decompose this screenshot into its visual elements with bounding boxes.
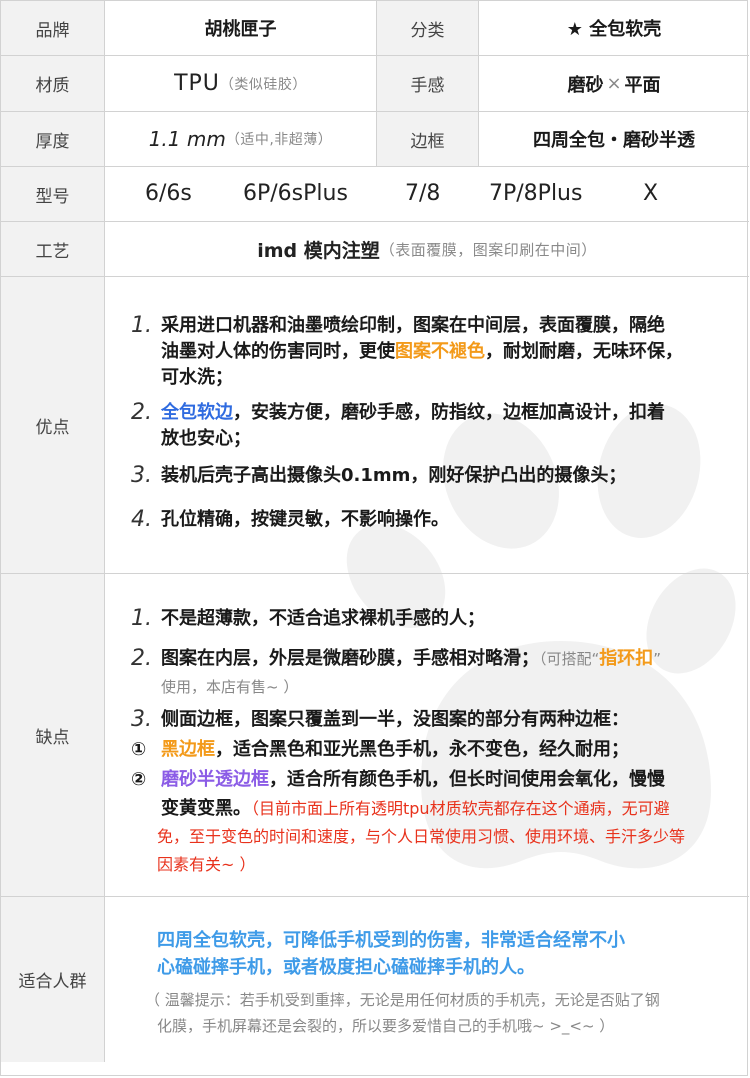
frame-value: 四周全包・磨砂半透 xyxy=(533,130,695,151)
audience-tip-line-2: 化膜，手机屏幕还是会裂的，所以要多爱惜自己的手机哦~ >_<~ ） xyxy=(157,1017,615,1035)
audience-line-2: 心磕碰摔手机，或者极度担心磕碰摔手机的人。 xyxy=(157,957,535,978)
brand-value: 胡桃匣子 xyxy=(105,1,377,55)
cons-sub-2-line-2: 变黄变黑。（目前市面上所有透明tpu材质软壳都存在这个通病，无可避 xyxy=(161,798,670,819)
row-material: 材质 TPU （类似硅胶） 手感 磨砂 × 平面 xyxy=(1,56,749,112)
audience-line-1: 四周全包软壳，可降低手机受到的伤害，非常适合经常不小 xyxy=(157,930,625,951)
material-value: TPU xyxy=(174,71,220,96)
pros-item-2-line-2: 放也安心； xyxy=(161,428,251,449)
row-craft: 工艺 imd 模内注塑 （表面覆膜，图案印刷在中间） xyxy=(1,222,749,277)
pros-number: 2. xyxy=(131,400,152,425)
model-item: 7P/8Plus xyxy=(489,181,583,206)
pros-number: 1. xyxy=(131,313,152,338)
row-pros: 优点 1. 采用进口机器和油墨喷绘印制，图案在中间层，表面覆膜，隔绝 油墨对人体… xyxy=(1,277,749,574)
pros-item-2-line-1: 全包软边，安装方便，磨砂手感，防指纹，边框加高设计，扣着 xyxy=(161,402,665,423)
pros-number: 3. xyxy=(131,463,152,488)
audience-tip-line-1: （ 温馨提示：若手机受到重摔，无论是用任何材质的手机壳，无论是否贴了钢 xyxy=(145,991,660,1009)
thickness-value: 1.1 mm xyxy=(148,127,226,151)
thickness-note: （适中,非超薄） xyxy=(225,132,333,148)
cons-item-2-note: 使用，本店有售~ ） xyxy=(161,678,299,696)
category-value: ★ 全包软壳 xyxy=(566,19,662,40)
model-label: 型号 xyxy=(1,167,105,221)
highlight-full-soft-edge: 全包软边 xyxy=(161,402,233,423)
cons-list: 1. 不是超薄款，不适合追求裸机手感的人； 2. 图案在内层，外层是微磨砂膜，手… xyxy=(105,574,749,896)
highlight-black-frame: 黑边框 xyxy=(161,739,215,760)
brand-label: 品牌 xyxy=(1,1,105,55)
feel-value-b: 平面 xyxy=(624,74,661,96)
row-thickness: 厚度 1.1 mm （适中,非超薄） 边框 四周全包・磨砂半透 xyxy=(1,112,749,167)
feel-cell: 磨砂 × 平面 xyxy=(479,56,749,111)
pros-item-1-line-2: 油墨对人体的伤害同时，更使图案不褪色，耐划耐磨，无味环保， xyxy=(161,341,683,362)
row-audience: 适合人群 四周全包软壳，可降低手机受到的伤害，非常适合经常不小 心磕碰摔手机，或… xyxy=(1,897,749,1062)
feel-label: 手感 xyxy=(377,56,479,111)
material-cell: TPU （类似硅胶） xyxy=(105,56,377,111)
model-item: 6/6s xyxy=(145,181,192,206)
craft-label: 工艺 xyxy=(1,222,105,276)
craft-cell: imd 模内注塑 （表面覆膜，图案印刷在中间） xyxy=(105,222,749,276)
cons-item-1: 不是超薄款，不适合追求裸机手感的人； xyxy=(161,608,485,629)
frame-label: 边框 xyxy=(377,112,479,166)
pros-item-4: 孔位精确，按键灵敏，不影响操作。 xyxy=(161,509,449,530)
craft-value: imd 模内注塑 xyxy=(257,239,380,262)
cons-sub-number: ② xyxy=(131,769,147,790)
pros-label: 优点 xyxy=(1,277,105,573)
audience-label: 适合人群 xyxy=(1,897,105,1062)
pros-item-1-line-1: 采用进口机器和油墨喷绘印制，图案在中间层，表面覆膜，隔绝 xyxy=(161,315,665,336)
cons-item-3: 侧面边框，图案只覆盖到一半，没图案的部分有两种边框： xyxy=(161,709,629,730)
cons-sub-2-line-1: 磨砂半透边框，适合所有颜色手机，但长时间使用会氧化，慢慢 xyxy=(161,769,665,790)
model-item: 6P/6sPlus xyxy=(243,181,348,206)
pros-item-3: 装机后壳子高出摄像头0.1mm，刚好保护凸出的摄像头； xyxy=(161,465,627,486)
cons-sub-2-line-3: 免，至于变色的时间和速度，与个人日常使用习惯、使用环境、手汗多少等 xyxy=(157,827,686,846)
material-label: 材质 xyxy=(1,56,105,111)
category-label: 分类 xyxy=(377,1,479,55)
craft-note: （表面覆膜，图案印刷在中间） xyxy=(379,240,597,259)
feel-value-a: 磨砂 xyxy=(567,74,604,96)
cons-sub-2-line-4: 因素有关~ ） xyxy=(157,855,256,874)
row-cons: 缺点 1. 不是超薄款，不适合追求裸机手感的人； 2. 图案在内层，外层是微磨砂… xyxy=(1,574,749,897)
cons-number: 1. xyxy=(131,606,152,631)
spec-sheet: 品牌 胡桃匣子 分类 ★ 全包软壳 材质 TPU （类似硅胶） 手感 磨砂 × … xyxy=(0,0,749,1076)
cons-number: 3. xyxy=(131,707,152,732)
model-list: 6/6s 6P/6sPlus 7/8 7P/8Plus X xyxy=(105,167,749,221)
pros-number: 4. xyxy=(131,507,152,532)
row-model: 型号 6/6s 6P/6sPlus 7/8 7P/8Plus X xyxy=(1,167,749,222)
model-item: 7/8 xyxy=(405,181,441,206)
audience-block: 四周全包软壳，可降低手机受到的伤害，非常适合经常不小 心磕碰摔手机，或者极度担心… xyxy=(105,897,749,1062)
thickness-label: 厚度 xyxy=(1,112,105,166)
highlight-frosted-frame: 磨砂半透边框 xyxy=(161,769,269,790)
material-note: （类似硅胶） xyxy=(219,76,307,93)
row-brand: 品牌 胡桃匣子 分类 ★ 全包软壳 xyxy=(1,1,749,56)
highlight-no-fade: 图案不褪色 xyxy=(395,341,485,362)
pros-list: 1. 采用进口机器和油墨喷绘印制，图案在中间层，表面覆膜，隔绝 油墨对人体的伤害… xyxy=(105,277,749,573)
thickness-cell: 1.1 mm （适中,非超薄） xyxy=(105,112,377,166)
yellowing-note: （目前市面上所有透明tpu材质软壳都存在这个通病，无可避 xyxy=(251,799,670,818)
model-item: X xyxy=(643,181,659,206)
feel-separator: × xyxy=(606,73,622,94)
pros-item-1-line-3: 可水洗； xyxy=(161,367,233,388)
cons-item-2: 图案在内层，外层是微磨砂膜，手感相对略滑；（可搭配“指环扣” xyxy=(161,648,662,669)
cons-label: 缺点 xyxy=(1,574,105,896)
highlight-ring-holder: 指环扣 xyxy=(599,648,654,669)
cons-number: 2. xyxy=(131,646,152,671)
cons-sub-1: 黑边框，适合黑色和亚光黑色手机，永不变色，经久耐用； xyxy=(161,739,629,760)
cons-sub-number: ① xyxy=(131,739,147,760)
